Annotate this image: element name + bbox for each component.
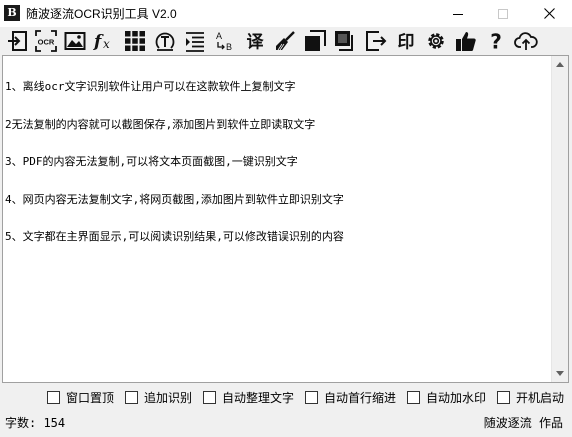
minimize-icon xyxy=(453,13,463,15)
app-logo-icon: B xyxy=(4,5,20,21)
options-bar: 窗口置顶 追加识别 自动整理文字 自动首行缩进 自动加水印 开机启动 xyxy=(0,386,572,408)
svg-text:OCR: OCR xyxy=(37,38,54,47)
letter-convert-button[interactable]: AB xyxy=(211,28,238,54)
like-button[interactable] xyxy=(452,28,479,54)
window-title: 随波逐流OCR识别工具 V2.0 xyxy=(26,7,177,21)
svg-text:?: ? xyxy=(490,30,502,52)
text-recognize-button[interactable] xyxy=(151,28,178,54)
ocr-button[interactable]: OCR xyxy=(32,28,59,54)
ocr-icon: OCR xyxy=(34,30,57,52)
checkbox[interactable] xyxy=(125,390,138,404)
author-credit: 随波逐流 作品 xyxy=(483,416,563,430)
text-line: 1、离线ocr文字识别软件让用户可以在这款软件上复制文字 xyxy=(5,80,296,93)
help-button[interactable]: ? xyxy=(482,28,509,54)
image-icon xyxy=(64,32,85,50)
translate-button[interactable]: 译 xyxy=(241,28,268,54)
option-auto-first-line-indent[interactable]: 自动首行缩进 xyxy=(305,389,396,405)
option-always-on-top[interactable]: 窗口置顶 xyxy=(47,389,114,405)
toolbar: OCR fx AB 译 印 ? xyxy=(0,27,572,55)
char-count: 字数: 154 xyxy=(5,416,66,430)
import-icon xyxy=(7,31,27,51)
maximize-button[interactable] xyxy=(480,0,526,27)
text-line: 2无法复制的内容就可以截图保存,添加图片到软件立即读取文字 xyxy=(5,117,316,131)
import-button[interactable] xyxy=(3,28,30,54)
gear-icon xyxy=(427,33,444,49)
maximize-icon xyxy=(498,8,508,19)
formula-button[interactable]: fx xyxy=(90,28,117,54)
option-label: 自动整理文字 xyxy=(222,390,295,405)
settings-button[interactable] xyxy=(422,28,449,54)
text-line: 3、PDF的内容无法复制,可以将文本页面截图,一键识别文字 xyxy=(5,155,298,168)
stamp-icon: 印 xyxy=(397,33,414,53)
svg-text:x: x xyxy=(103,37,110,51)
option-label: 开机启动 xyxy=(516,390,565,405)
clear-button[interactable] xyxy=(271,28,298,54)
text-line: 5、文字都在主界面显示,可以阅读识别结果,可以修改错误识别的内容 xyxy=(5,230,344,243)
align-icon xyxy=(185,32,204,52)
letter-convert-icon: AB xyxy=(216,31,232,52)
cloud-upload-icon xyxy=(513,32,538,50)
option-append-recognition[interactable]: 追加识别 xyxy=(125,389,192,405)
status-bar: 字数: 154 随波逐流 作品 xyxy=(0,410,572,437)
option-label: 追加识别 xyxy=(144,390,193,405)
thumbs-up-icon xyxy=(455,32,476,51)
close-button[interactable] xyxy=(526,0,572,27)
option-auto-organize-text[interactable]: 自动整理文字 xyxy=(203,389,294,405)
align-button[interactable] xyxy=(181,28,208,54)
export-button[interactable] xyxy=(362,28,389,54)
checkbox[interactable] xyxy=(305,390,318,404)
help-icon: ? xyxy=(490,30,502,52)
cloud-upload-button[interactable] xyxy=(512,28,539,54)
paste-icon xyxy=(334,31,353,51)
svg-text:印: 印 xyxy=(397,33,414,53)
checkbox[interactable] xyxy=(407,390,420,404)
export-icon xyxy=(365,31,386,51)
chevron-down-icon xyxy=(556,371,564,376)
grid-button[interactable] xyxy=(121,28,148,54)
checkbox[interactable] xyxy=(497,390,510,404)
paste-button[interactable] xyxy=(331,28,358,54)
checkbox[interactable] xyxy=(47,390,60,404)
chevron-up-icon xyxy=(556,62,564,67)
scroll-down-arrow[interactable] xyxy=(552,365,568,382)
checkbox[interactable] xyxy=(203,390,216,404)
vertical-scrollbar[interactable] xyxy=(551,56,568,382)
svg-text:B: B xyxy=(226,42,232,52)
image-button[interactable] xyxy=(61,28,88,54)
option-label: 自动加水印 xyxy=(426,390,487,405)
minimize-button[interactable] xyxy=(435,0,481,27)
copy-button[interactable] xyxy=(301,28,328,54)
option-start-on-boot[interactable]: 开机启动 xyxy=(497,389,564,405)
close-icon xyxy=(543,8,555,19)
text-line: 4、网页内容无法复制文字,将网页截图,添加图片到软件立即识别文字 xyxy=(5,192,344,206)
ocr-result-textarea[interactable]: 1、离线ocr文字识别软件让用户可以在这款软件上复制文字 2无法复制的内容就可以… xyxy=(2,55,569,383)
svg-text:译: 译 xyxy=(246,33,264,53)
ocr-result-text[interactable]: 1、离线ocr文字识别软件让用户可以在这款软件上复制文字 2无法复制的内容就可以… xyxy=(5,56,553,269)
scroll-up-arrow[interactable] xyxy=(552,56,568,73)
svg-text:A: A xyxy=(216,31,222,41)
translate-icon: 译 xyxy=(246,33,264,53)
copy-icon xyxy=(304,30,326,51)
option-label: 自动首行缩进 xyxy=(324,390,397,405)
text-recognize-icon xyxy=(155,32,174,51)
watermark-button[interactable]: 印 xyxy=(392,28,419,54)
broom-icon xyxy=(275,31,295,51)
formula-icon: fx xyxy=(93,32,110,52)
option-label: 窗口置顶 xyxy=(66,390,115,405)
title-bar: B 随波逐流OCR识别工具 V2.0 xyxy=(0,0,572,27)
option-auto-watermark[interactable]: 自动加水印 xyxy=(407,389,486,405)
grid-icon xyxy=(124,31,145,51)
